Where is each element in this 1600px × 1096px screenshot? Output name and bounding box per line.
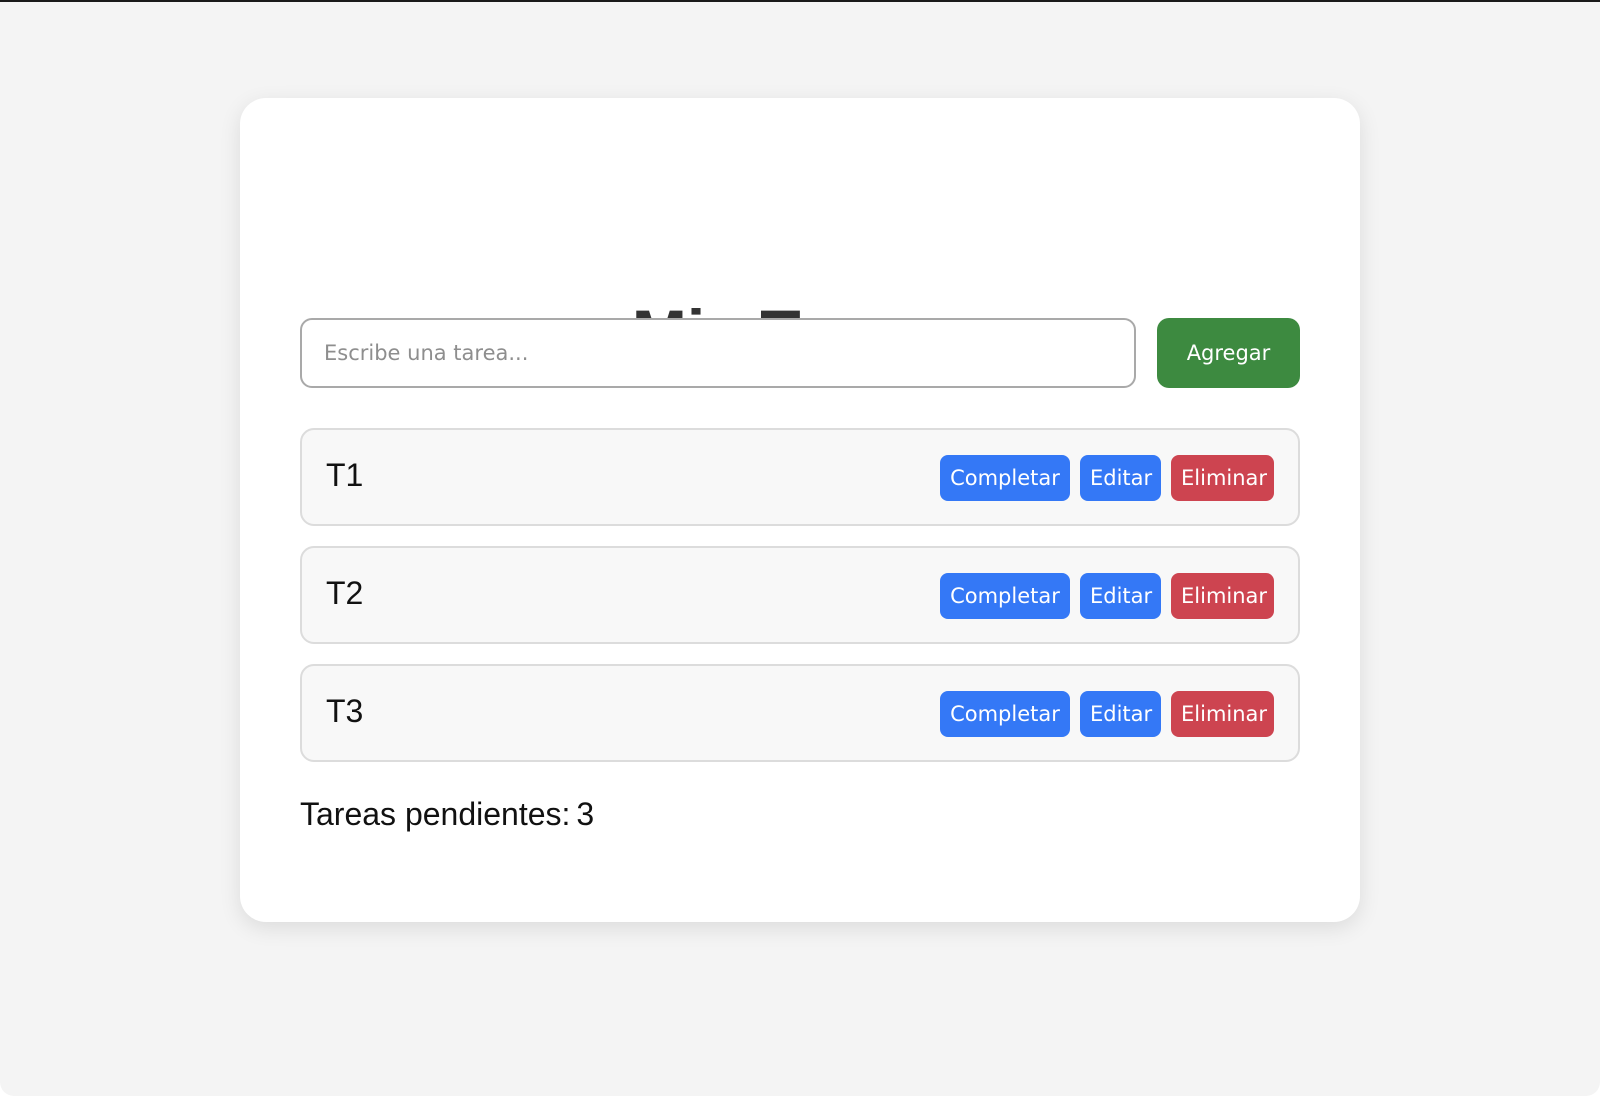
page-background: Mis Tareas Agregar T1 Completar Editar E…: [0, 0, 1600, 1096]
delete-button[interactable]: Eliminar: [1171, 455, 1274, 501]
add-button[interactable]: Agregar: [1157, 318, 1300, 388]
task-name: T2: [326, 574, 364, 611]
todo-card: Mis Tareas Agregar T1 Completar Editar E…: [240, 98, 1360, 922]
task-actions: Completar Editar Eliminar: [930, 571, 1274, 619]
task-name: T1: [326, 456, 364, 493]
task-input[interactable]: [300, 318, 1136, 388]
edit-button[interactable]: Editar: [1080, 455, 1161, 501]
edit-button[interactable]: Editar: [1080, 573, 1161, 619]
task-item-t1: T1 Completar Editar Eliminar: [300, 428, 1300, 526]
complete-button[interactable]: Completar: [940, 455, 1070, 501]
complete-button[interactable]: Completar: [940, 691, 1070, 737]
edit-button[interactable]: Editar: [1080, 691, 1161, 737]
delete-button[interactable]: Eliminar: [1171, 691, 1274, 737]
delete-button[interactable]: Eliminar: [1171, 573, 1274, 619]
task-actions: Completar Editar Eliminar: [930, 453, 1274, 501]
pending-tasks-counter: Tareas pendientes: 3: [300, 794, 594, 834]
task-name: T3: [326, 692, 364, 729]
task-list: T1 Completar Editar Eliminar T2 Completa…: [300, 428, 1300, 782]
task-item-t2: T2 Completar Editar Eliminar: [300, 546, 1300, 644]
pending-count: 3: [576, 796, 595, 832]
task-actions: Completar Editar Eliminar: [930, 689, 1274, 737]
pending-label: Tareas pendientes:: [300, 796, 571, 832]
complete-button[interactable]: Completar: [940, 573, 1070, 619]
task-item-t3: T3 Completar Editar Eliminar: [300, 664, 1300, 762]
add-task-form: Agregar: [300, 318, 1300, 388]
